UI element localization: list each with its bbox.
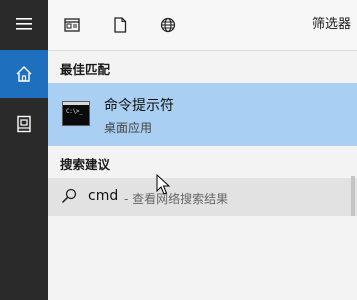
search-suggestions-heading: 搜索建议 bbox=[60, 157, 111, 172]
search-icon bbox=[61, 188, 77, 204]
best-match-type: 桌面应用 bbox=[104, 121, 153, 135]
left-rail bbox=[0, 0, 48, 300]
search-filter-bar: 筛选器 bbox=[48, 0, 357, 50]
documents-button[interactable] bbox=[0, 100, 48, 148]
documents-filter-button[interactable] bbox=[96, 0, 144, 50]
document-icon bbox=[17, 115, 31, 133]
app-icon bbox=[64, 18, 80, 32]
divider bbox=[48, 50, 357, 51]
home-icon bbox=[16, 66, 32, 82]
best-match-heading: 最佳匹配 bbox=[60, 62, 111, 77]
globe-icon bbox=[160, 17, 176, 33]
best-match-name: 命令提示符 bbox=[104, 98, 174, 114]
suggestion-query: cmd bbox=[88, 188, 119, 204]
menu-button[interactable] bbox=[0, 0, 48, 48]
search-suggestion-item[interactable]: cmd - 查看网络搜索结果 bbox=[48, 178, 357, 216]
scrollbar[interactable] bbox=[351, 176, 355, 216]
home-button[interactable] bbox=[0, 50, 48, 98]
mouse-cursor-icon bbox=[156, 174, 170, 195]
filter-dropdown[interactable]: 筛选器 bbox=[312, 0, 351, 50]
command-prompt-icon-text: C:\>_ bbox=[66, 108, 83, 115]
command-prompt-icon: C:\>_ bbox=[62, 101, 90, 126]
best-match-item[interactable]: C:\>_ 命令提示符 桌面应用 bbox=[48, 83, 357, 146]
suggestion-hint: - 查看网络搜索结果 bbox=[124, 192, 229, 206]
web-filter-button[interactable] bbox=[144, 0, 192, 50]
file-icon bbox=[114, 17, 127, 33]
apps-filter-button[interactable] bbox=[48, 0, 96, 50]
hamburger-icon bbox=[16, 18, 32, 30]
